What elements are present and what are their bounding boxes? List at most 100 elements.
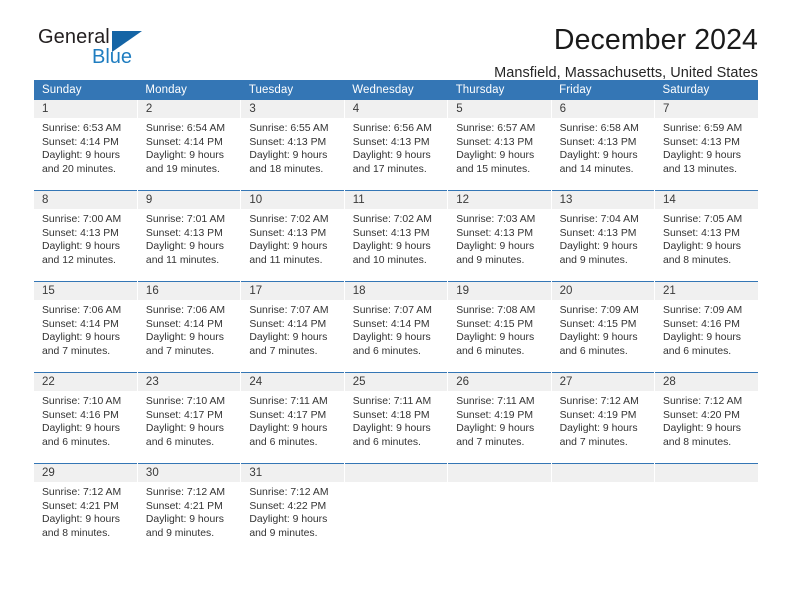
daylight-text-line1: Daylight: 9 hours <box>42 514 120 526</box>
daylight-text-line2: and 6 minutes. <box>559 345 628 357</box>
daylight-text-line2: and 18 minutes. <box>249 163 324 175</box>
day-cell[interactable]: 25 Sunrise: 7:11 AM Sunset: 4:18 PM Dayligh… <box>344 372 449 464</box>
page-header: General Blue December 2024 Mansfield, Ma… <box>34 0 758 81</box>
day-cell[interactable]: 11 Sunrise: 7:02 AM Sunset: 4:13 PM Dayligh… <box>344 190 449 282</box>
sunrise-text: Sunrise: 7:05 AM <box>663 214 743 225</box>
day-cell[interactable]: 5 Sunrise: 6:57 AM Sunset: 4:13 PM Daylight… <box>447 100 552 191</box>
day-cell-empty <box>447 463 552 554</box>
general-blue-logo: General Blue <box>34 26 164 72</box>
daylight-text-line1: Daylight: 9 hours <box>456 423 535 435</box>
day-cell[interactable]: 12 Sunrise: 7:03 AM Sunset: 4:13 PM Dayligh… <box>447 190 552 282</box>
sunrise-text: Sunrise: 7:02 AM <box>352 214 432 225</box>
sunset-text: Sunset: 4:13 PM <box>352 136 430 148</box>
day-details: Sunrise: 7:06 AM Sunset: 4:14 PM Daylight:… <box>138 300 240 358</box>
day-details: Sunrise: 7:11 AM Sunset: 4:17 PM Daylight:… <box>241 391 343 449</box>
day-number: 21 <box>655 282 758 300</box>
day-cell[interactable]: 21 Sunrise: 7:09 AM Sunset: 4:16 PM Dayligh… <box>654 281 758 373</box>
daylight-text-line2: and 11 minutes. <box>145 254 220 266</box>
sunset-text: Sunset: 4:13 PM <box>663 136 740 148</box>
day-details: Sunrise: 7:12 AM Sunset: 4:21 PM Daylight:… <box>138 482 240 540</box>
daylight-text-line1: Daylight: 9 hours <box>249 150 328 162</box>
day-cell[interactable]: 2 Sunrise: 6:54 AM Sunset: 4:14 PM Daylight… <box>137 100 242 191</box>
daylight-text-line1: Daylight: 9 hours <box>352 332 431 344</box>
sunset-text: Sunset: 4:16 PM <box>663 318 740 330</box>
sunset-text: Sunset: 4:13 PM <box>42 227 119 239</box>
sunrise-text: Sunrise: 7:09 AM <box>559 305 639 316</box>
day-cell[interactable]: 31 Sunrise: 7:12 AM Sunset: 4:22 PM Dayligh… <box>240 463 345 554</box>
day-cell[interactable]: 13 Sunrise: 7:04 AM Sunset: 4:13 PM Dayligh… <box>551 190 656 282</box>
day-cell[interactable]: 27 Sunrise: 7:12 AM Sunset: 4:19 PM Dayligh… <box>551 372 656 464</box>
day-cell-empty <box>344 463 449 554</box>
sunset-text: Sunset: 4:14 PM <box>352 318 430 330</box>
day-number <box>655 464 758 482</box>
daylight-text-line2: and 12 minutes. <box>42 254 116 266</box>
day-cell[interactable]: 10 Sunrise: 7:02 AM Sunset: 4:13 PM Dayligh… <box>240 190 345 282</box>
day-cell[interactable]: 1 Sunrise: 6:53 AM Sunset: 4:14 PM Daylight… <box>34 100 138 191</box>
day-number: 20 <box>551 282 655 300</box>
daylight-text-line2: and 7 minutes. <box>42 345 111 357</box>
daylight-text-line1: Daylight: 9 hours <box>352 241 431 253</box>
daylight-text-line2: and 7 minutes. <box>249 345 318 357</box>
day-number: 30 <box>137 464 241 482</box>
day-cell[interactable]: 26 Sunrise: 7:11 AM Sunset: 4:19 PM Dayligh… <box>447 372 552 464</box>
sunset-text: Sunset: 4:13 PM <box>663 227 740 239</box>
day-cell[interactable]: 20 Sunrise: 7:09 AM Sunset: 4:15 PM Dayligh… <box>551 281 656 373</box>
day-cell[interactable]: 8 Sunrise: 7:00 AM Sunset: 4:13 PM Daylight… <box>34 190 138 282</box>
sunset-text: Sunset: 4:14 PM <box>145 136 223 148</box>
day-cell[interactable]: 16 Sunrise: 7:06 AM Sunset: 4:14 PM Dayligh… <box>137 281 242 373</box>
day-cell[interactable]: 3 Sunrise: 6:55 AM Sunset: 4:13 PM Daylight… <box>240 100 345 191</box>
day-cell[interactable]: 22 Sunrise: 7:10 AM Sunset: 4:16 PM Dayligh… <box>34 372 138 464</box>
day-details: Sunrise: 7:02 AM Sunset: 4:13 PM Daylight:… <box>345 209 447 267</box>
sunrise-text: Sunrise: 7:12 AM <box>42 487 122 498</box>
page-title: December 2024 <box>553 24 758 56</box>
day-number <box>448 464 551 482</box>
day-number: 16 <box>137 282 241 300</box>
day-number: 28 <box>655 373 758 391</box>
day-cell[interactable]: 6 Sunrise: 6:58 AM Sunset: 4:13 PM Daylight… <box>551 100 656 191</box>
sunrise-text: Sunrise: 7:08 AM <box>456 305 536 316</box>
day-details: Sunrise: 7:02 AM Sunset: 4:13 PM Daylight:… <box>241 209 343 267</box>
day-number: 4 <box>344 100 448 118</box>
day-cell[interactable]: 4 Sunrise: 6:56 AM Sunset: 4:13 PM Daylight… <box>344 100 449 191</box>
day-details: Sunrise: 7:04 AM Sunset: 4:13 PM Daylight:… <box>552 209 654 267</box>
day-details: Sunrise: 7:06 AM Sunset: 4:14 PM Daylight:… <box>34 300 137 358</box>
day-cell[interactable]: 17 Sunrise: 7:07 AM Sunset: 4:14 PM Dayligh… <box>240 281 345 373</box>
day-number: 3 <box>241 100 344 118</box>
calendar-week-row: 22 Sunrise: 7:10 AM Sunset: 4:16 PM Dayligh… <box>34 372 758 464</box>
day-cell[interactable]: 18 Sunrise: 7:07 AM Sunset: 4:14 PM Dayligh… <box>344 281 449 373</box>
day-details: Sunrise: 7:05 AM Sunset: 4:13 PM Daylight:… <box>655 209 758 267</box>
sunrise-text: Sunrise: 7:06 AM <box>42 305 122 316</box>
daylight-text-line2: and 8 minutes. <box>663 436 732 448</box>
day-cell[interactable]: 29 Sunrise: 7:12 AM Sunset: 4:21 PM Dayligh… <box>34 463 138 554</box>
daylight-text-line2: and 10 minutes. <box>352 254 427 266</box>
sunset-text: Sunset: 4:22 PM <box>249 500 327 512</box>
sunset-text: Sunset: 4:20 PM <box>663 409 740 421</box>
daylight-text-line2: and 7 minutes. <box>559 436 628 448</box>
day-cell[interactable]: 7 Sunrise: 6:59 AM Sunset: 4:13 PM Daylight… <box>654 100 758 191</box>
day-details: Sunrise: 6:53 AM Sunset: 4:14 PM Daylight:… <box>34 118 137 176</box>
day-number: 19 <box>448 282 551 300</box>
day-cell[interactable]: 14 Sunrise: 7:05 AM Sunset: 4:13 PM Dayligh… <box>654 190 758 282</box>
sunset-text: Sunset: 4:17 PM <box>145 409 223 421</box>
day-cell-empty <box>654 463 758 554</box>
sunset-text: Sunset: 4:17 PM <box>249 409 327 421</box>
day-cell[interactable]: 19 Sunrise: 7:08 AM Sunset: 4:15 PM Dayligh… <box>447 281 552 373</box>
day-cell[interactable]: 9 Sunrise: 7:01 AM Sunset: 4:13 PM Daylight… <box>137 190 242 282</box>
day-details: Sunrise: 7:10 AM Sunset: 4:16 PM Daylight:… <box>34 391 137 449</box>
daylight-text-line1: Daylight: 9 hours <box>352 423 431 435</box>
day-number: 23 <box>137 373 241 391</box>
day-cell[interactable]: 15 Sunrise: 7:06 AM Sunset: 4:14 PM Dayligh… <box>34 281 138 373</box>
daylight-text-line2: and 20 minutes. <box>42 163 116 175</box>
daylight-text-line1: Daylight: 9 hours <box>145 150 224 162</box>
daylight-text-line2: and 6 minutes. <box>352 436 421 448</box>
day-cell[interactable]: 23 Sunrise: 7:10 AM Sunset: 4:17 PM Dayligh… <box>137 372 242 464</box>
day-cell[interactable]: 28 Sunrise: 7:12 AM Sunset: 4:20 PM Dayligh… <box>654 372 758 464</box>
daylight-text-line2: and 9 minutes. <box>145 527 215 539</box>
sunset-text: Sunset: 4:21 PM <box>145 500 223 512</box>
daylight-text-line1: Daylight: 9 hours <box>145 423 224 435</box>
sunset-text: Sunset: 4:13 PM <box>145 227 223 239</box>
sunset-text: Sunset: 4:14 PM <box>249 318 327 330</box>
day-cell[interactable]: 30 Sunrise: 7:12 AM Sunset: 4:21 PM Dayligh… <box>137 463 242 554</box>
day-details: Sunrise: 7:10 AM Sunset: 4:17 PM Daylight:… <box>138 391 240 449</box>
day-cell[interactable]: 24 Sunrise: 7:11 AM Sunset: 4:17 PM Dayligh… <box>240 372 345 464</box>
